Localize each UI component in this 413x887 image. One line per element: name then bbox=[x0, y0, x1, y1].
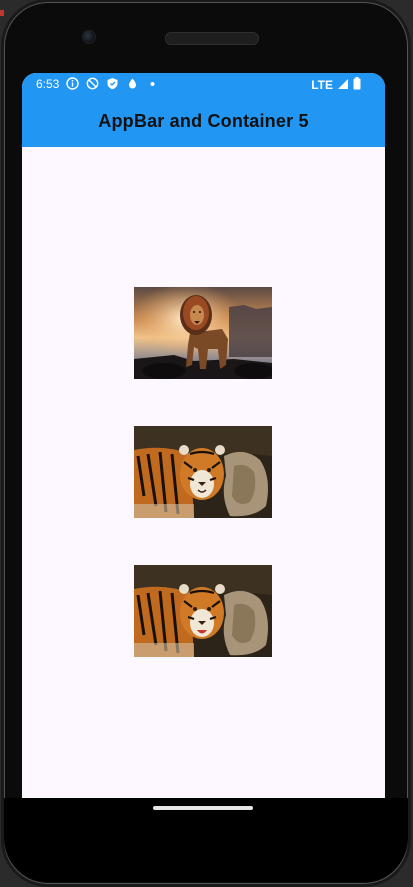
dot-icon bbox=[146, 77, 160, 91]
app-bar: AppBar and Container 5 bbox=[22, 95, 385, 147]
status-system-icons: LTE bbox=[311, 77, 361, 93]
tiger-image-2 bbox=[134, 565, 272, 657]
phone-screen: 6:53 LTE AppBar and Container 5 bbox=[22, 73, 385, 798]
tiger-image-1 bbox=[134, 426, 272, 518]
navigation-bar bbox=[4, 798, 408, 882]
status-bar: 6:53 LTE bbox=[22, 73, 385, 95]
window-edge-marker bbox=[0, 10, 4, 16]
network-type-label: LTE bbox=[311, 78, 333, 92]
info-icon bbox=[66, 77, 80, 91]
earpiece-speaker bbox=[165, 32, 259, 45]
battery-icon bbox=[353, 77, 361, 93]
status-notification-icons bbox=[66, 77, 160, 91]
home-gesture-handle[interactable] bbox=[153, 806, 253, 810]
data-saver-icon bbox=[86, 77, 100, 91]
container-body bbox=[22, 147, 385, 798]
drop-icon bbox=[126, 77, 140, 91]
shield-icon bbox=[106, 77, 120, 91]
lion-image bbox=[134, 287, 272, 379]
app-bar-title: AppBar and Container 5 bbox=[98, 110, 309, 131]
front-camera-icon bbox=[82, 30, 96, 44]
signal-icon bbox=[337, 78, 349, 93]
status-time: 6:53 bbox=[36, 77, 60, 91]
